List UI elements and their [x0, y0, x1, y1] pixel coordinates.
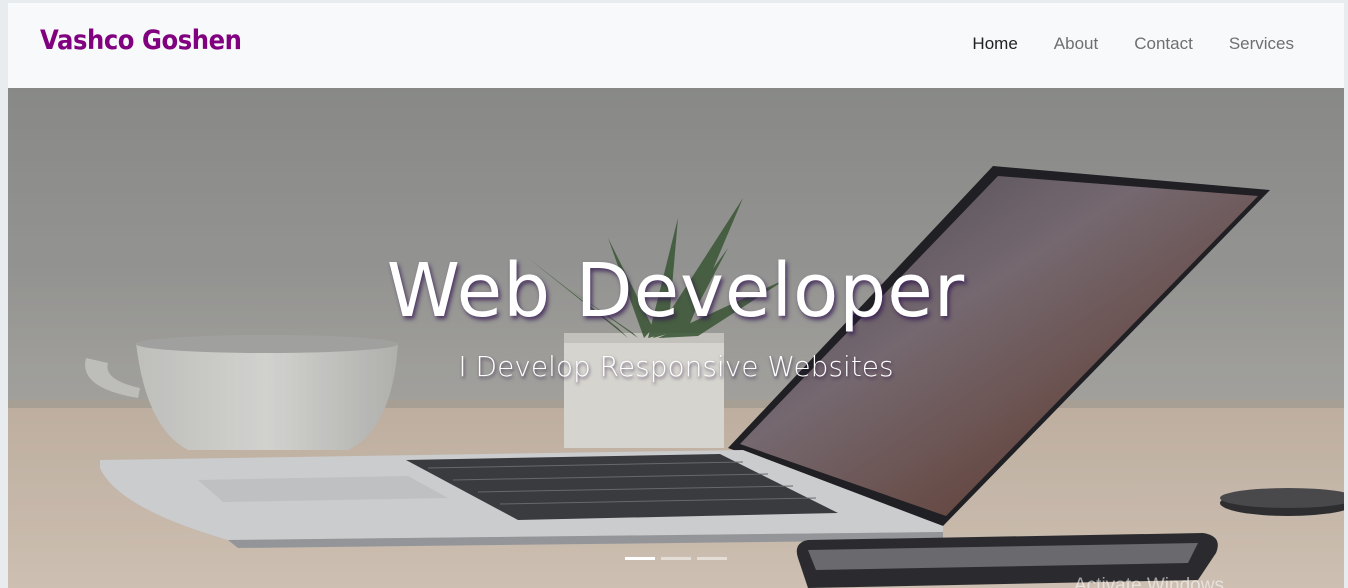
carousel-indicator-3[interactable] — [697, 557, 727, 560]
carousel-indicator-1[interactable] — [625, 557, 655, 560]
os-activation-watermark: Activate Windows — [1074, 575, 1224, 588]
hero-carousel[interactable]: Web Developer I Develop Responsive Websi… — [8, 88, 1344, 588]
nav-link-home[interactable]: Home — [972, 34, 1017, 54]
hero-title: Web Developer — [386, 248, 966, 334]
nav-link-about[interactable]: About — [1054, 34, 1098, 54]
nav-menu: Home About Contact Services — [972, 34, 1294, 54]
page-frame: Vashco Goshen Home About Contact Service… — [8, 3, 1344, 588]
nav-link-contact[interactable]: Contact — [1134, 34, 1193, 54]
hero-subtitle: I Develop Responsive Websites — [458, 350, 894, 383]
hero-background-image — [8, 88, 1344, 588]
nav-link-services[interactable]: Services — [1229, 34, 1294, 54]
navbar: Vashco Goshen Home About Contact Service… — [8, 3, 1344, 88]
carousel-indicators — [625, 557, 727, 560]
brand-logo[interactable]: Vashco Goshen — [40, 25, 242, 56]
carousel-indicator-2[interactable] — [661, 557, 691, 560]
